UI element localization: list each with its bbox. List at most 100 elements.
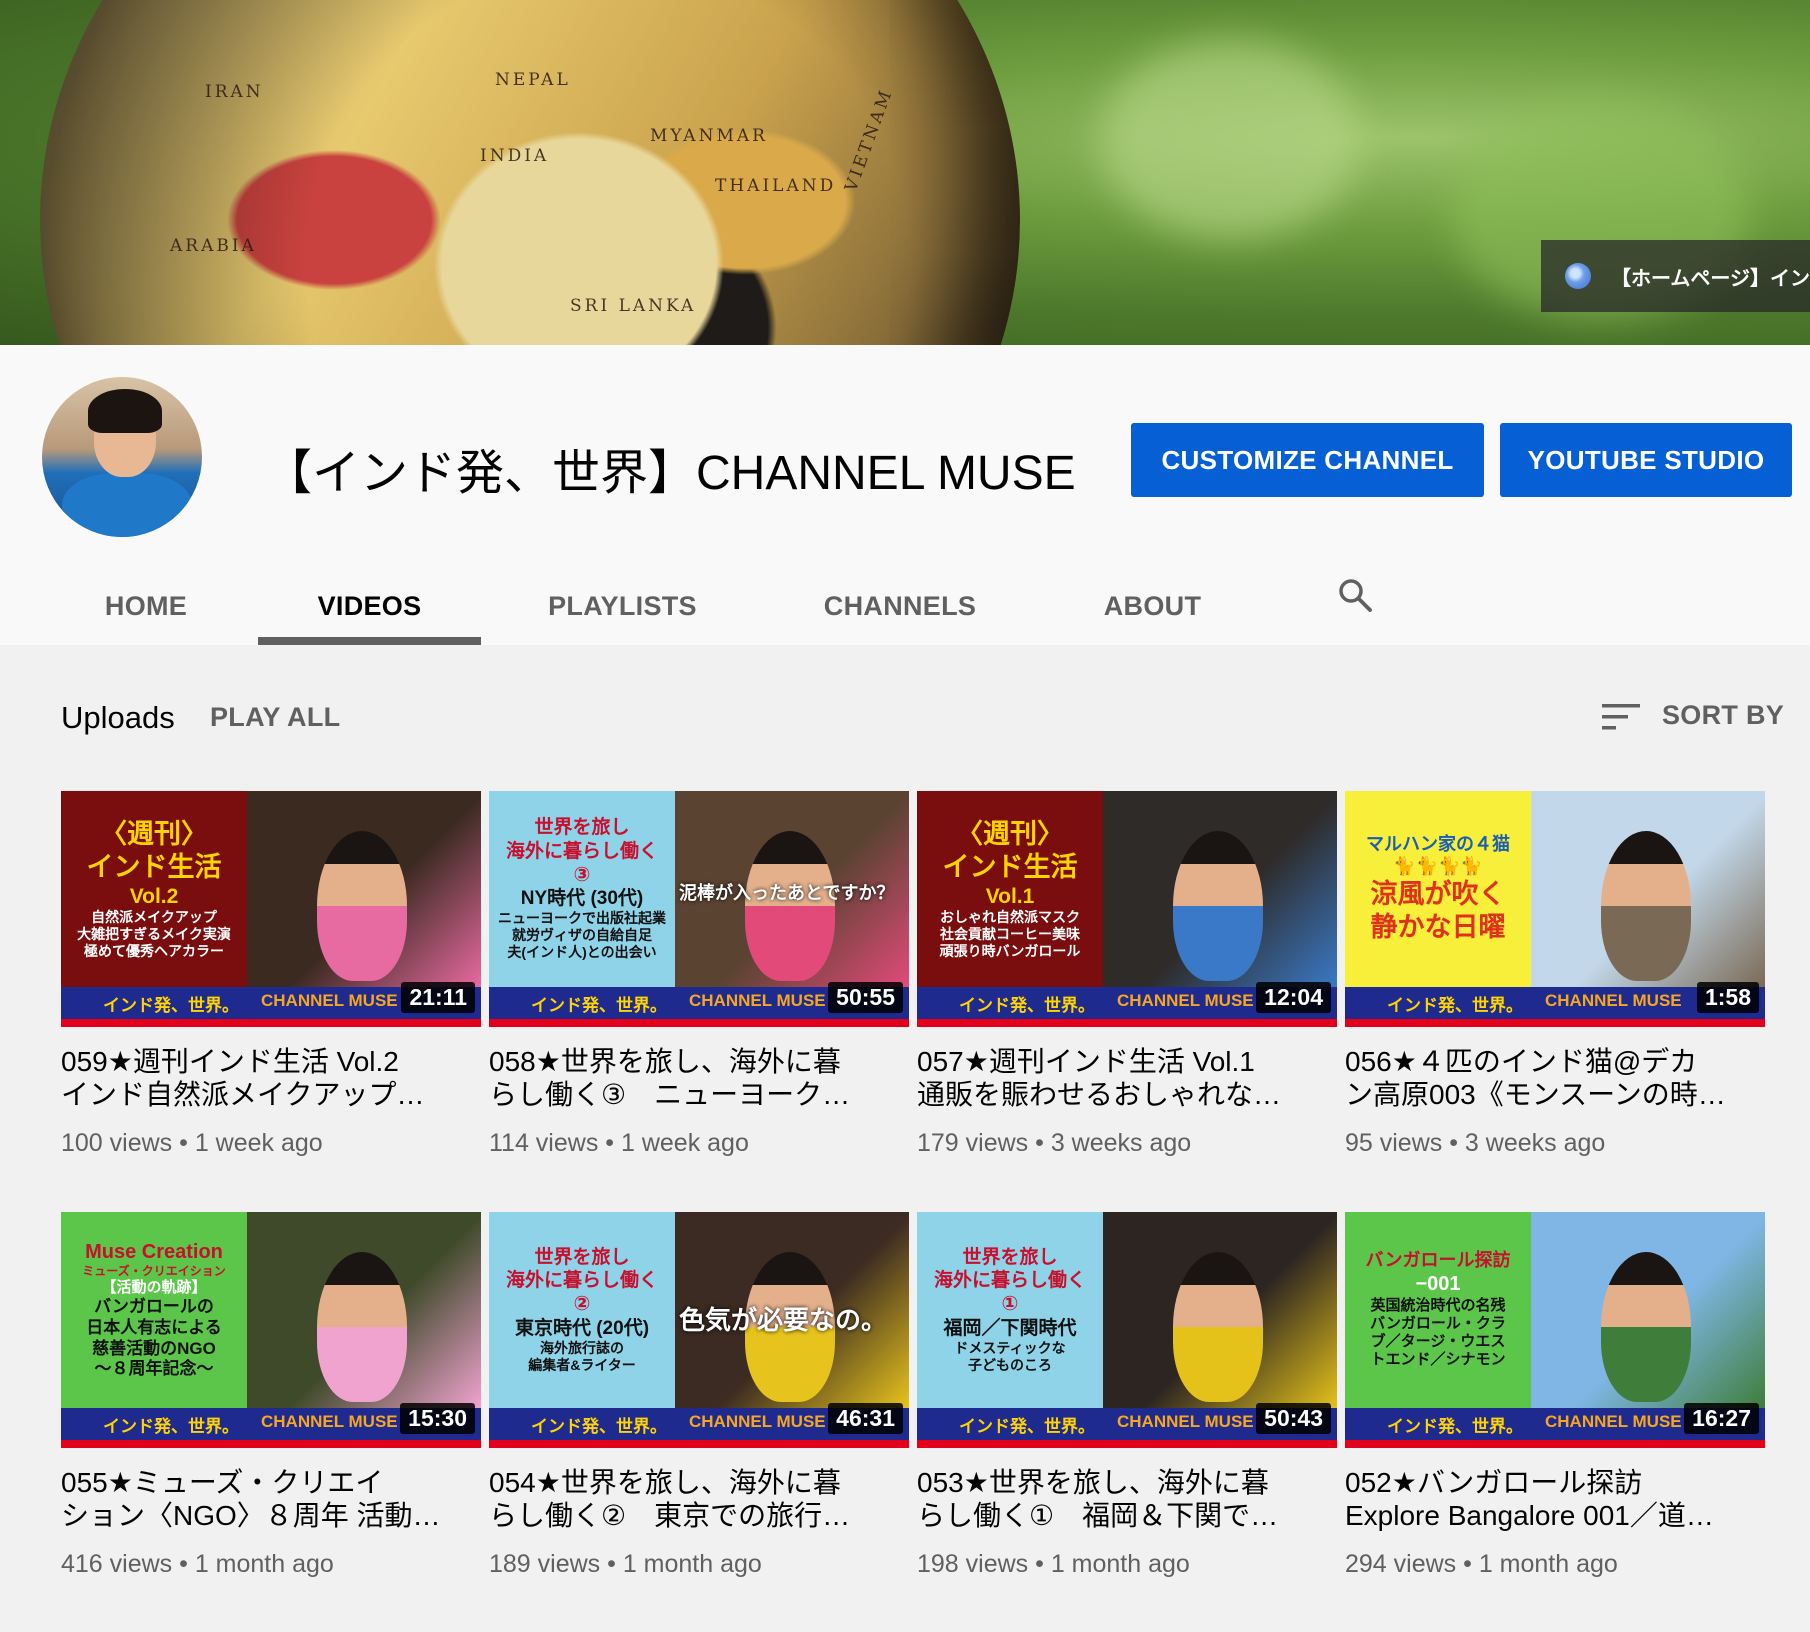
upload-age: 1 month ago: [622, 1550, 762, 1578]
video-card[interactable]: 〈週刊〉 インド生活 Vol.2 自然派メイクアップ 大雑把すぎるメイク実演 極めて優秀ヘ…: [61, 791, 481, 1158]
thumbnail-panel-text: ドメスティックな: [954, 1339, 1066, 1356]
customize-channel-button[interactable]: CUSTOMIZE CHANNEL: [1131, 423, 1484, 497]
thumbnail-panel-text: 社会貢献コーヒー美味: [940, 926, 1080, 943]
video-title[interactable]: 054★世界を旅し、海外に暮 らし働く② 東京での旅行…: [489, 1466, 909, 1532]
video-thumbnail[interactable]: 泥棒が入ったあとですか？ 世界を旅し 海外に暮らし働く ③ NY時代 (30代) ニューヨ…: [489, 791, 909, 1027]
search-icon[interactable]: [1338, 578, 1372, 612]
video-title-line: Explore Bangalore 001／道…: [1345, 1500, 1714, 1531]
video-card[interactable]: 〈週刊〉 インド生活 Vol.1 おしゃれ自然派マスク 社会貢献コーヒー美味 頑張り時バン…: [917, 791, 1337, 1158]
tab-home[interactable]: HOME: [90, 567, 202, 645]
video-thumbnail[interactable]: マルハン家の４猫 🐈🐈🐈🐈 涼風が吹く 静かな日曜 インド発、世界。 CHANNEL MU…: [1345, 791, 1765, 1027]
video-title-line: 055★ミューズ・クリエイ: [61, 1467, 384, 1498]
video-thumbnail[interactable]: 世界を旅し 海外に暮らし働く ① 福岡／下関時代 ドメスティックな 子どものころ インド発、…: [917, 1212, 1337, 1448]
thumbnail-panel-text: 頑張り時バンガロール: [939, 943, 1081, 960]
play-all-button[interactable]: PLAY ALL: [210, 702, 340, 733]
video-duration: 16:27: [1684, 1403, 1759, 1434]
youtube-studio-button[interactable]: YOUTUBE STUDIO: [1500, 423, 1792, 497]
video-thumbnail[interactable]: Muse Creation ミューズ・クリエイション 【活動の軌跡】 バンガロールの日…: [61, 1212, 481, 1448]
banner-homepage-link[interactable]: 【ホームページ】イン: [1541, 240, 1810, 312]
video-card[interactable]: マルハン家の４猫 🐈🐈🐈🐈 涼風が吹く 静かな日曜 インド発、世界。 CHANNEL MU…: [1345, 791, 1765, 1158]
video-card[interactable]: バンガロール探訪 −001 英国統治時代の名残 バンガロール・クラ ブ／タージ・ウエスト…: [1345, 1212, 1765, 1579]
thumbnail-title-panel: 〈週刊〉 インド生活 Vol.1 おしゃれ自然派マスク 社会貢献コーヒー美味 頑張り時バン…: [917, 791, 1103, 987]
video-metadata: 416 views • 1 month ago: [61, 1550, 481, 1579]
thumbnail-red-strip: [1345, 1019, 1765, 1027]
meta-separator: •: [172, 1129, 195, 1157]
globe-label: SRI LANKA: [570, 296, 697, 316]
channel-header: 【インド発、世界】CHANNEL MUSE CUSTOMIZE CHANNEL …: [0, 345, 1810, 645]
sort-icon[interactable]: [1602, 704, 1640, 730]
brand-bar-right-text: CHANNEL MUSE: [1545, 991, 1682, 1010]
video-title-line: らし働く② 東京での旅行…: [489, 1500, 851, 1531]
video-metadata: 114 views • 1 week ago: [489, 1129, 909, 1158]
thumbnail-panel-text: バンガロールの: [94, 1297, 214, 1317]
globe-label: THAILAND: [715, 176, 837, 196]
thumbnail-photo: [1531, 791, 1765, 987]
thumbnail-panel-text: 慈善活動のNGO: [92, 1338, 216, 1358]
globe-label: NEPAL: [495, 70, 571, 90]
thumbnail-title-panel: 世界を旅し 海外に暮らし働く ③ NY時代 (30代) ニューヨークで出版社起業 就労ヴィ…: [489, 791, 675, 987]
video-thumbnail[interactable]: 〈週刊〉 インド生活 Vol.1 おしゃれ自然派マスク 社会貢献コーヒー美味 頑張り時バン…: [917, 791, 1337, 1027]
avatar-hair: [88, 389, 162, 433]
thumbnail-panel-text: Vol.2: [129, 884, 179, 908]
sort-by-button[interactable]: SORT BY: [1662, 700, 1784, 731]
thumbnail-panel-text: ニューヨークで出版社起業: [498, 910, 666, 927]
video-duration: 12:04: [1256, 982, 1331, 1013]
thumbnail-panel-text: Vol.1: [985, 884, 1035, 908]
thumbnail-person: [1173, 1252, 1263, 1402]
thumbnail-caption: 泥棒が入ったあとですか？: [679, 883, 895, 903]
tab-playlists[interactable]: PLAYLISTS: [540, 567, 705, 645]
view-count: 198 views: [917, 1550, 1029, 1578]
video-title-line: 058★世界を旅し、海外に暮: [489, 1046, 841, 1077]
video-metadata: 198 views • 1 month ago: [917, 1550, 1337, 1579]
thumbnail-red-strip: [489, 1440, 909, 1448]
video-card[interactable]: Muse Creation ミューズ・クリエイション 【活動の軌跡】 バンガロールの日…: [61, 1212, 481, 1579]
video-title-line: インド自然派メイクアップ…: [61, 1079, 425, 1110]
thumbnail-red-strip: [489, 1019, 909, 1027]
video-title[interactable]: 052★バンガロール探訪 Explore Bangalore 001／道…: [1345, 1466, 1765, 1532]
brand-bar-right-text: CHANNEL MUSE: [261, 991, 398, 1010]
thumbnail-red-strip: [917, 1019, 1337, 1027]
video-thumbnail[interactable]: 色気が必要なの。 世界を旅し 海外に暮らし働く ② 東京時代 (20代) 海外旅行誌の 編集…: [489, 1212, 909, 1448]
tab-about[interactable]: ABOUT: [1100, 567, 1205, 645]
video-metadata: 95 views • 3 weeks ago: [1345, 1129, 1765, 1158]
thumbnail-title-panel: バンガロール探訪 −001 英国統治時代の名残 バンガロール・クラ ブ／タージ・ウエスト…: [1345, 1212, 1531, 1408]
channel-banner: IRAN ARABIA INDIA SRI LANKA THAILAND VIE…: [0, 0, 1810, 345]
tab-videos[interactable]: VIDEOS: [258, 567, 481, 645]
brand-bar-left-text: インド発、世界。: [531, 1417, 667, 1436]
thumbnail-photo: [247, 1212, 481, 1408]
video-duration: 46:31: [828, 1403, 903, 1434]
thumbnail-title-panel: 〈週刊〉 インド生活 Vol.2 自然派メイクアップ 大雑把すぎるメイク実演 極めて優秀ヘ…: [61, 791, 247, 987]
upload-age: 1 week ago: [620, 1129, 749, 1157]
brand-bar-right-text: CHANNEL MUSE: [689, 991, 826, 1010]
upload-age: 3 weeks ago: [1464, 1129, 1606, 1157]
video-title-line: ン高原003《モンスーンの時…: [1345, 1079, 1726, 1110]
thumbnail-panel-text: バンガロール探訪: [1365, 1250, 1511, 1271]
thumbnail-panel-text: インド生活: [942, 851, 1078, 882]
avatar-sari: [62, 473, 192, 537]
video-card[interactable]: 世界を旅し 海外に暮らし働く ① 福岡／下関時代 ドメスティックな 子どものころ インド発、…: [917, 1212, 1337, 1579]
video-title[interactable]: 059★週刊インド生活 Vol.2 インド自然派メイクアップ…: [61, 1045, 481, 1111]
video-thumbnail[interactable]: バンガロール探訪 −001 英国統治時代の名残 バンガロール・クラ ブ／タージ・ウエスト…: [1345, 1212, 1765, 1448]
globe-label: MYANMAR: [650, 126, 768, 146]
channel-avatar[interactable]: [42, 377, 202, 537]
video-thumbnail[interactable]: 〈週刊〉 インド生活 Vol.2 自然派メイクアップ 大雑把すぎるメイク実演 極めて優秀ヘ…: [61, 791, 481, 1027]
video-title[interactable]: 058★世界を旅し、海外に暮 らし働く③ ニューヨーク…: [489, 1045, 909, 1111]
video-title[interactable]: 056★４匹のインド猫@デカ ン高原003《モンスーンの時…: [1345, 1045, 1765, 1111]
thumbnail-photo: [1531, 1212, 1765, 1408]
video-duration: 1:58: [1696, 982, 1759, 1013]
thumbnail-person: [745, 831, 835, 981]
thumbnail-panel-text: 涼風が吹く: [1370, 879, 1506, 910]
video-title[interactable]: 055★ミューズ・クリエイ ション〈NGO〉８周年 活動…: [61, 1466, 481, 1532]
thumbnail-panel-text: ミューズ・クリエイション: [82, 1264, 226, 1279]
view-count: 189 views: [489, 1550, 601, 1578]
video-title[interactable]: 053★世界を旅し、海外に暮 らし働く① 福岡＆下関で…: [917, 1466, 1337, 1532]
thumbnail-title-panel: Muse Creation ミューズ・クリエイション 【活動の軌跡】 バンガロールの日…: [61, 1212, 247, 1408]
thumbnail-panel-text: 【活動の軌跡】: [101, 1278, 207, 1296]
video-card[interactable]: 色気が必要なの。 世界を旅し 海外に暮らし働く ② 東京時代 (20代) 海外旅行誌の 編集…: [489, 1212, 909, 1579]
globe-icon: [1565, 263, 1591, 289]
video-title[interactable]: 057★週刊インド生活 Vol.1 通販を賑わせるおしゃれな…: [917, 1045, 1337, 1111]
thumbnail-panel-text: 世界を旅し: [534, 1246, 630, 1268]
video-card[interactable]: 泥棒が入ったあとですか？ 世界を旅し 海外に暮らし働く ③ NY時代 (30代) ニューヨ…: [489, 791, 909, 1158]
thumbnail-panel-text: 子どものころ: [968, 1356, 1052, 1373]
tab-channels[interactable]: CHANNELS: [815, 567, 985, 645]
